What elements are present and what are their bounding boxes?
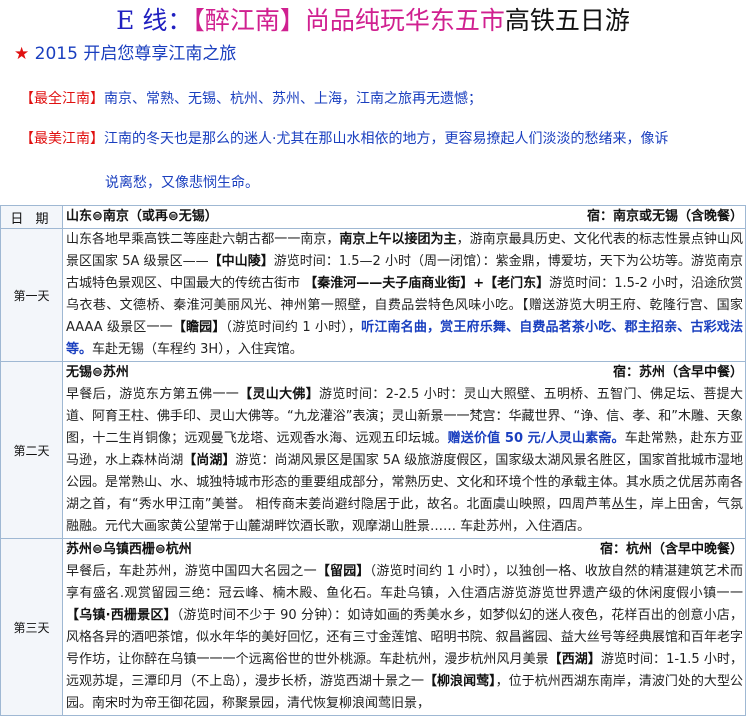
intro-text: 说离愁，又像悲悯生命。 — [105, 175, 259, 191]
description-segment: 【中山陵】 — [208, 254, 274, 269]
subtitle: ★ 2015 开启您尊享江南之旅 — [14, 42, 236, 66]
subtitle-text: 2015 开启您尊享江南之旅 — [29, 44, 237, 64]
description-segment: 南京上午以接团为主 — [339, 232, 457, 247]
description-segment: 【留园】 — [316, 564, 370, 579]
description-segment: 【柳浪闻莺】 — [424, 674, 496, 689]
day-description: 山东各地早乘高铁二等座赴六朝古都一一南京，南京上午以接团为主，游南京最具历史、文… — [62, 228, 746, 362]
col-day-header: 日 期 — [0, 205, 63, 229]
intro-text: 江南的冬天也是那么的迷人·尤其在那山水相依的地方，更容易撩起人们淡淡的愁绪来，像… — [104, 131, 669, 147]
title-tail: 高铁五日游 — [504, 6, 630, 35]
star-icon: ★ — [14, 44, 30, 64]
route-line: 苏州⊜乌镇西栅⊜杭州 宿：杭州（含早中晚餐） — [66, 539, 743, 561]
description-segment: 车赴无锡（车程约 3H），入住宾馆。 — [92, 342, 303, 357]
day-label: 第三天 — [0, 538, 63, 716]
day-body: 早餐后，游览东方第五佛一一【灵山大佛】游览时间：2-2.5 小时：灵山大照壁、五… — [66, 384, 743, 538]
table-row-day-2: 第二天 无锡⊜苏州 宿：苏州（含早中餐） 早餐后，游览东方第五佛一一【灵山大佛】… — [0, 361, 746, 539]
route-text: 苏州⊜乌镇西栅⊜杭州 — [66, 542, 192, 557]
day-label: 第一天 — [0, 228, 63, 362]
day-description: 无锡⊜苏州 宿：苏州（含早中餐） 早餐后，游览东方第五佛一一【灵山大佛】游览时间… — [62, 361, 746, 539]
route-text: 山东⊜南京（或再⊜无锡） — [66, 209, 218, 224]
route-text: 无锡⊜苏州 — [66, 365, 129, 380]
description-segment: 【灵山大佛】 — [239, 387, 320, 402]
intro-tag: 【最全江南】 — [20, 91, 104, 107]
description-segment: 早餐后，车赴苏州，游览中国四大名园之一 — [66, 564, 317, 579]
itinerary-table: 日 期 山东⊜南京（或再⊜无锡） 宿：南京或无锡（含晚餐） 第一天 山东各地早乘… — [0, 205, 746, 716]
table-row-day-3: 第三天 苏州⊜乌镇西栅⊜杭州 宿：杭州（含早中晚餐） 早餐后，车赴苏州，游览中国… — [0, 538, 746, 716]
stay-text: 宿：南京或无锡（含晚餐） — [586, 209, 743, 224]
description-segment: （游览时间约 1 小时）， — [225, 320, 362, 335]
description-segment: 早餐后，游览东方第五佛一一 — [66, 387, 240, 402]
intro-line-2: 【最美江南】江南的冬天也是那么的迷人·尤其在那山水相依的地方，更容易撩起人们淡淡… — [20, 129, 668, 149]
description-segment: 【西湖】 — [548, 652, 601, 667]
intro-line-3: 说离愁，又像悲悯生命。 — [105, 173, 259, 193]
day-description: 苏州⊜乌镇西栅⊜杭州 宿：杭州（含早中晚餐） 早餐后，车赴苏州，游览中国四大名园… — [62, 538, 746, 716]
intro-text: 南京、常熟、无锡、杭州、苏州、上海，江南之旅再无遗憾； — [104, 91, 482, 107]
day-body: 早餐后，车赴苏州，游览中国四大名园之一【留园】（游览时间约 1 小时），以独创一… — [66, 561, 743, 715]
description-segment: 【尚湖】 — [183, 453, 236, 468]
title-main: 【醉江南】尚品纯玩华东五市 — [192, 6, 505, 35]
day-body: 山东各地早乘高铁二等座赴六朝古都一一南京，南京上午以接团为主，游南京最具历史、文… — [66, 229, 743, 361]
table-header-row: 日 期 山东⊜南京（或再⊜无锡） 宿：南京或无锡（含晚餐） — [0, 205, 746, 229]
description-segment: 【瞻园】 — [172, 320, 226, 335]
page-title: E 线：【醉江南】尚品纯玩华东五市高铁五日游 — [0, 4, 746, 38]
description-segment: 赠送价值 50 元/人灵山素斋。 — [447, 431, 625, 446]
route-line: 无锡⊜苏州 宿：苏州（含早中餐） — [66, 362, 743, 384]
intro-line-1: 【最全江南】南京、常熟、无锡、杭州、苏州、上海，江南之旅再无遗憾； — [20, 89, 482, 109]
day-label: 第二天 — [0, 361, 63, 539]
description-segment: 山东各地早乘高铁二等座赴六朝古都一一南京， — [66, 232, 340, 247]
title-prefix: E 线： — [116, 6, 193, 35]
description-segment: 【秦淮河——夫子庙商业街】+【老门东】 — [304, 276, 550, 291]
description-segment: 【乌镇·西栅景区】 — [66, 608, 177, 623]
stay-text: 宿：杭州（含早中晚餐） — [599, 542, 743, 557]
route-header: 山东⊜南京（或再⊜无锡） 宿：南京或无锡（含晚餐） — [62, 205, 746, 229]
stay-text: 宿：苏州（含早中餐） — [612, 365, 743, 380]
intro-tag: 【最美江南】 — [20, 131, 104, 147]
table-row-day-1: 第一天 山东各地早乘高铁二等座赴六朝古都一一南京，南京上午以接团为主，游南京最具… — [0, 228, 746, 362]
